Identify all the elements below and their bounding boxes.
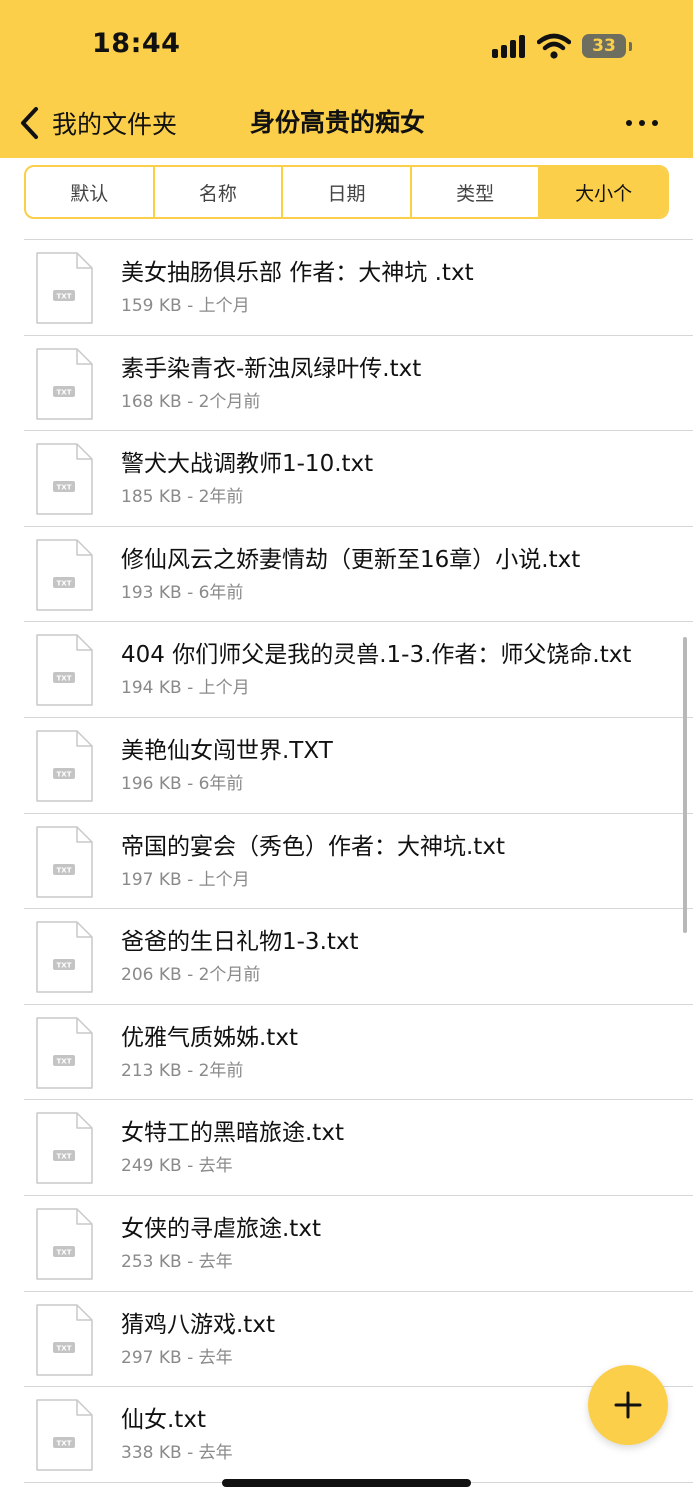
- file-meta: 338 KB - 去年: [121, 1443, 233, 1464]
- txt-file-icon: TXT: [36, 730, 93, 802]
- file-row[interactable]: TXT 爸爸的生日礼物1-3.txt 206 KB - 2个月前: [24, 909, 693, 1005]
- svg-text:TXT: TXT: [57, 1440, 72, 1448]
- wifi-icon: [537, 33, 571, 59]
- file-meta: 197 KB - 上个月: [121, 869, 250, 890]
- sort-segmented-control: 默认 名称 日期 类型 大小个: [24, 165, 669, 219]
- file-row[interactable]: TXT 猜鸡八游戏.txt 297 KB - 去年: [24, 1292, 693, 1388]
- svg-text:TXT: TXT: [57, 388, 72, 396]
- file-name: 404 你们师父是我的灵兽.1-3.作者：师父饶命.txt: [121, 642, 632, 669]
- txt-file-icon: TXT: [36, 1017, 93, 1089]
- file-row[interactable]: TXT 404 你们师父是我的灵兽.1-3.作者：师父饶命.txt 194 KB -…: [24, 622, 693, 718]
- svg-text:TXT: TXT: [57, 675, 72, 683]
- file-name: 优雅气质姊姊.txt: [121, 1024, 298, 1051]
- chevron-left-icon: [21, 107, 38, 139]
- file-row[interactable]: TXT 女侠的寻虐旅途.txt 253 KB - 去年: [24, 1196, 693, 1292]
- file-name: 警犬大战调教师1-10.txt: [121, 451, 374, 478]
- svg-text:TXT: TXT: [57, 579, 72, 587]
- file-meta: 196 KB - 6年前: [121, 773, 244, 794]
- file-meta: 168 KB - 2个月前: [121, 391, 261, 412]
- txt-file-icon: TXT: [36, 825, 93, 898]
- app-header: 18:44 33 我的文件夹 身份高贵的痴女: [0, 0, 693, 158]
- txt-file-icon: TXT: [36, 347, 93, 420]
- svg-text:TXT: TXT: [57, 770, 72, 778]
- back-label: 我的文件夹: [52, 110, 178, 139]
- sort-tab-date[interactable]: 日期: [283, 167, 412, 217]
- txt-file-icon: TXT: [36, 1303, 93, 1376]
- file-row[interactable]: TXT 警犬大战调教师1-10.txt 185 KB - 2年前: [24, 431, 693, 527]
- txt-file-icon: TXT: [36, 1399, 93, 1471]
- txt-file-icon: TXT: [36, 634, 93, 707]
- sort-tab-type[interactable]: 类型: [412, 167, 541, 217]
- file-name: 美女抽肠俱乐部 作者：大神坑 .txt: [121, 260, 474, 286]
- svg-text:TXT: TXT: [57, 293, 72, 301]
- file-meta: 193 KB - 6年前: [121, 582, 244, 603]
- file-name: 女侠的寻虐旅途.txt: [121, 1215, 321, 1242]
- battery-icon: 33: [582, 34, 626, 58]
- svg-text:TXT: TXT: [57, 866, 72, 874]
- home-indicator: [222, 1479, 471, 1487]
- file-meta: 185 KB - 2年前: [121, 487, 244, 508]
- txt-file-icon: TXT: [36, 252, 93, 324]
- file-name: 美艳仙女闯世界.TXT: [121, 737, 333, 764]
- file-meta: 194 KB - 上个月: [121, 678, 250, 699]
- back-button[interactable]: 我的文件夹: [18, 104, 177, 142]
- plus-icon: [614, 1391, 642, 1419]
- file-row[interactable]: TXT 女特工的黑暗旅途.txt 249 KB - 去年: [24, 1100, 693, 1196]
- file-name: 爸爸的生日礼物1-3.txt: [121, 929, 359, 956]
- file-name: 素手染青衣-新浊凤绿叶传.txt: [121, 355, 422, 382]
- svg-text:TXT: TXT: [57, 1344, 72, 1352]
- file-row[interactable]: TXT 修仙风云之娇妻情劫（更新至16章）小说.txt 193 KB - 6年前: [24, 527, 693, 623]
- sort-tab-name[interactable]: 名称: [155, 167, 284, 217]
- txt-file-icon: TXT: [36, 921, 93, 993]
- sort-tab-default[interactable]: 默认: [26, 167, 155, 217]
- file-row[interactable]: TXT 素手染青衣-新浊凤绿叶传.txt 168 KB - 2个月前: [24, 336, 693, 432]
- file-meta: 249 KB - 去年: [121, 1156, 233, 1177]
- cellular-signal-icon: [492, 34, 528, 58]
- file-row[interactable]: TXT 优雅气质姊姊.txt 213 KB - 2年前: [24, 1005, 693, 1101]
- more-options-icon[interactable]: [620, 106, 664, 140]
- page-title: 身份高贵的痴女: [250, 108, 426, 137]
- add-file-button[interactable]: [588, 1365, 668, 1445]
- svg-text:TXT: TXT: [57, 1248, 72, 1256]
- svg-text:TXT: TXT: [57, 1153, 72, 1161]
- file-name: 帝国的宴会（秀色）作者：大神坑.txt: [121, 833, 505, 860]
- file-row[interactable]: TXT 美女抽肠俱乐部 作者：大神坑 .txt 159 KB - 上个月: [24, 240, 693, 336]
- file-meta: 297 KB - 去年: [121, 1347, 233, 1368]
- file-row[interactable]: TXT 帝国的宴会（秀色）作者：大神坑.txt 197 KB - 上个月: [24, 814, 693, 910]
- sort-tab-size[interactable]: 大小个: [540, 167, 667, 217]
- file-meta: 159 KB - 上个月: [121, 296, 250, 316]
- file-name: 修仙风云之娇妻情劫（更新至16章）小说.txt: [121, 546, 581, 573]
- file-meta: 253 KB - 去年: [121, 1251, 233, 1272]
- svg-text:TXT: TXT: [57, 962, 72, 970]
- file-meta: 206 KB - 2个月前: [121, 965, 261, 986]
- txt-file-icon: TXT: [36, 539, 93, 611]
- file-meta: 213 KB - 2年前: [121, 1060, 244, 1081]
- scrollbar[interactable]: [683, 637, 687, 933]
- txt-file-icon: TXT: [36, 1112, 93, 1185]
- file-name: 猜鸡八游戏.txt: [121, 1311, 275, 1338]
- txt-file-icon: TXT: [36, 1208, 93, 1280]
- svg-text:TXT: TXT: [57, 484, 72, 492]
- status-time: 18:44: [92, 28, 181, 59]
- file-name: 女特工的黑暗旅途.txt: [121, 1120, 344, 1147]
- file-row[interactable]: TXT 美艳仙女闯世界.TXT 196 KB - 6年前: [24, 718, 693, 814]
- txt-file-icon: TXT: [36, 443, 93, 515]
- battery-cap: [629, 42, 632, 51]
- file-list: TXT 美女抽肠俱乐部 作者：大神坑 .txt 159 KB - 上个月 TXT 素手染…: [24, 240, 693, 1483]
- svg-text:TXT: TXT: [57, 1057, 72, 1065]
